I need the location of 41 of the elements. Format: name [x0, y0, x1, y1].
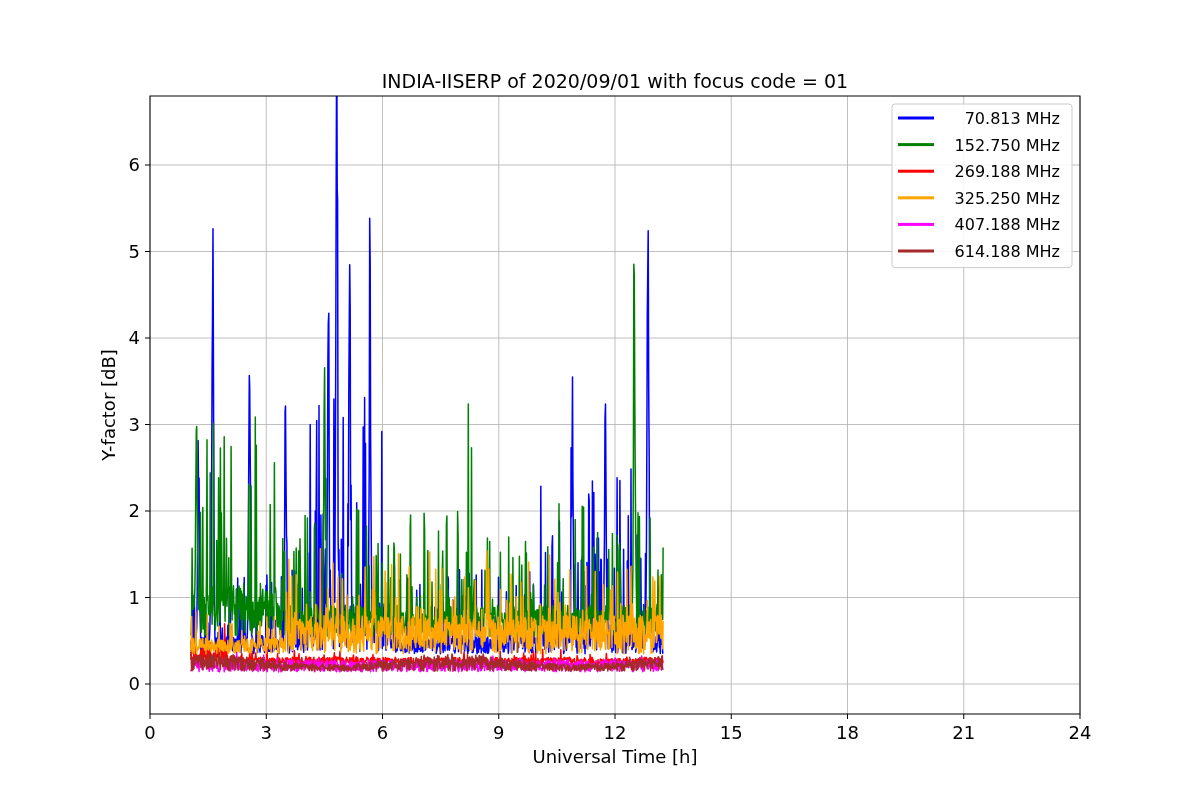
tick-label: 4	[128, 327, 140, 348]
axis-label: Y-factor [dB]	[98, 349, 119, 461]
tick-label: 3	[128, 413, 140, 435]
tick-label: 6	[128, 154, 140, 175]
tick-mark	[144, 510, 151, 512]
tick-label: 15	[719, 722, 743, 743]
legend-label: 269.188 MHz	[954, 162, 1060, 182]
legend-label: 152.750 MHz	[954, 135, 1060, 155]
tick-mark	[498, 713, 500, 720]
tick-mark	[730, 713, 732, 720]
chart-title: INDIA-IISERP of 2020/09/01 with focus code = 01	[381, 70, 849, 92]
tick-label: 3	[260, 722, 272, 743]
tick-mark	[144, 337, 151, 339]
tick-label: 0	[128, 673, 140, 694]
tick-label: 0	[144, 722, 156, 743]
tick-label: 12	[603, 722, 627, 743]
legend-label: 325.250 MHz	[954, 188, 1060, 208]
tick-mark	[144, 251, 151, 252]
tick-label: 1	[128, 586, 140, 608]
legend-label: 407.188 MHz	[954, 215, 1060, 235]
legend-label: 614.188 MHz	[954, 242, 1060, 261]
tick-label: 5	[128, 240, 140, 262]
tick-mark	[1079, 713, 1081, 720]
tick-label: 18	[836, 722, 859, 743]
tick-mark	[614, 713, 616, 720]
tick-mark	[382, 713, 383, 720]
tick-mark	[963, 713, 965, 720]
tick-label: 9	[493, 722, 505, 743]
tick-label: 21	[952, 722, 976, 743]
tick-label: 24	[1068, 722, 1092, 743]
tick-mark	[144, 424, 151, 425]
axis-label: Universal Time [h]	[532, 746, 698, 767]
legend-label: 70.813 MHz	[964, 109, 1060, 128]
tick-mark	[149, 713, 151, 720]
tick-label: 2	[128, 500, 140, 521]
tick-mark	[847, 713, 848, 720]
tick-mark	[144, 683, 151, 685]
tick-mark	[265, 713, 267, 720]
tick-mark	[144, 164, 151, 166]
tick-label: 6	[376, 722, 389, 743]
tick-mark	[144, 597, 151, 598]
